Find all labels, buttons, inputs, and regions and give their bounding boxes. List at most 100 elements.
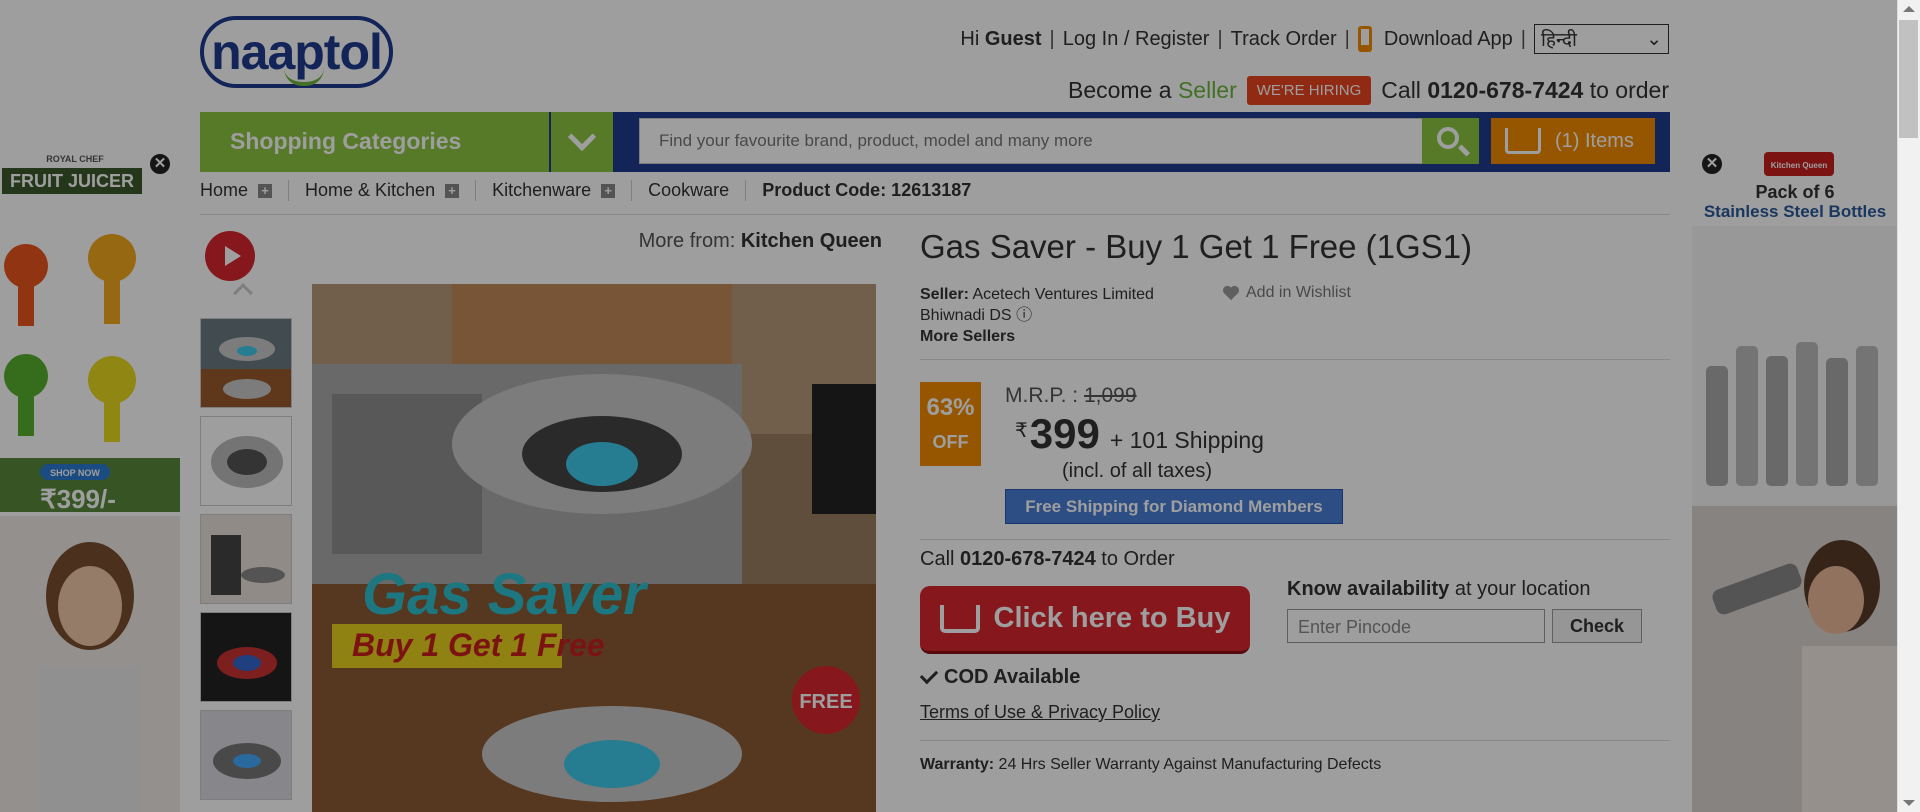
breadcrumb-item: Home + bbox=[200, 180, 290, 201]
bottles-ad-image: Kitchen Queen Pack of 6 Stainless Steel … bbox=[1692, 146, 1897, 812]
main-product-image[interactable]: Gas Saver Buy 1 Get 1 Free FREE bbox=[312, 284, 876, 812]
call-number: 0120-678-7424 bbox=[1427, 77, 1584, 103]
chevron-down-icon bbox=[567, 122, 597, 152]
product-title: Gas Saver - Buy 1 Get 1 Free (1GS1) bbox=[920, 228, 1473, 265]
plus-icon[interactable]: + bbox=[445, 183, 460, 198]
breadcrumb-link[interactable]: Cookware bbox=[648, 180, 729, 201]
download-app-link[interactable]: Download App bbox=[1384, 28, 1513, 51]
mobile-phone-icon bbox=[1357, 26, 1372, 52]
scroll-down-arrow-icon[interactable] bbox=[1903, 800, 1915, 806]
thumbnail-3[interactable] bbox=[200, 514, 292, 604]
language-select[interactable]: हिन्दी ⌄ bbox=[1534, 24, 1669, 54]
shopping-categories-button[interactable]: Shopping Categories bbox=[200, 112, 549, 172]
ad-brand: Kitchen Queen bbox=[1771, 161, 1828, 170]
breadcrumb-link[interactable]: Home & Kitchen bbox=[305, 180, 435, 201]
top-links: Hi Guest | Log In / Register | Track Ord… bbox=[960, 24, 1669, 54]
right-advertisement[interactable]: Kitchen Queen Pack of 6 Stainless Steel … bbox=[1692, 146, 1897, 812]
become-seller-link[interactable]: Become a Seller bbox=[1068, 77, 1237, 104]
hiring-badge[interactable]: WE'RE HIRING bbox=[1246, 76, 1372, 105]
warranty-label: Warranty: bbox=[920, 756, 995, 773]
call-suffix: to order bbox=[1589, 77, 1669, 103]
seller-hiring-line: Become a Seller WE'RE HIRING Call 0120-6… bbox=[1068, 76, 1669, 105]
search-button[interactable] bbox=[1422, 118, 1479, 164]
search-input[interactable]: Find your favourite brand, product, mode… bbox=[639, 118, 1423, 164]
play-video-button[interactable] bbox=[205, 231, 255, 281]
cart-button[interactable]: (1) Items bbox=[1491, 118, 1655, 164]
separator: | bbox=[1520, 27, 1526, 50]
plus-icon[interactable]: + bbox=[258, 183, 273, 198]
cart-icon bbox=[939, 604, 980, 633]
info-icon[interactable]: ⓘ bbox=[1016, 307, 1032, 324]
divider bbox=[920, 740, 1670, 741]
login-register-link[interactable]: Log In / Register bbox=[1063, 28, 1210, 51]
divider bbox=[920, 539, 1670, 540]
thumbnail-4[interactable] bbox=[200, 612, 292, 702]
thumbnail-image bbox=[201, 613, 291, 701]
thumbnail-5[interactable] bbox=[200, 710, 292, 800]
brand-link[interactable]: Kitchen Queen bbox=[741, 230, 882, 252]
seller-name[interactable]: Acetech Ventures Limited bbox=[972, 286, 1153, 303]
become-prefix: Become a bbox=[1068, 77, 1172, 103]
seller-label: Seller bbox=[1177, 77, 1237, 103]
logo-text: naaptol bbox=[211, 24, 383, 80]
thumbnail-1[interactable] bbox=[200, 318, 292, 408]
search-icon bbox=[1436, 127, 1459, 149]
free-shipping-badge[interactable]: Free Shipping for Diamond Members bbox=[1005, 489, 1343, 524]
chevron-up-icon[interactable] bbox=[233, 283, 253, 303]
ad-title: FRUIT JUICER bbox=[10, 171, 134, 191]
cod-available: COD Available bbox=[919, 665, 1081, 689]
plus-icon[interactable]: + bbox=[601, 183, 616, 198]
heart-icon bbox=[1223, 285, 1239, 301]
product-code: Product Code: 12613187 bbox=[762, 180, 972, 200]
ad-title-line1: Pack of 6 bbox=[1755, 182, 1834, 202]
discount-percent: 63% bbox=[926, 394, 975, 421]
tax-note: (incl. of all taxes) bbox=[1062, 460, 1213, 482]
divider bbox=[200, 214, 1670, 215]
categories-dropdown-button[interactable] bbox=[551, 112, 613, 172]
pincode-input[interactable]: Enter Pincode bbox=[1287, 609, 1545, 643]
close-ad-button[interactable]: ✕ bbox=[1700, 152, 1724, 176]
rupee-icon: ₹ bbox=[1015, 420, 1028, 442]
close-icon: ✕ bbox=[153, 155, 167, 172]
chevron-down-icon: ⌄ bbox=[1646, 28, 1662, 50]
breadcrumb-link[interactable]: Home bbox=[200, 180, 248, 201]
add-to-wishlist[interactable]: Add in Wishlist bbox=[1222, 284, 1351, 302]
know-availability: Know availability bbox=[1287, 578, 1450, 600]
thumbnail-2[interactable] bbox=[200, 416, 292, 506]
thumbnail-image bbox=[201, 711, 291, 799]
seller-location: Bhiwnadi DS bbox=[920, 307, 1012, 324]
greeting-prefix: Hi bbox=[960, 27, 980, 50]
close-ad-button[interactable]: ✕ bbox=[148, 152, 172, 176]
breadcrumb-item: Home & Kitchen + bbox=[305, 180, 477, 201]
naaptol-logo[interactable]: naaptol bbox=[200, 16, 393, 88]
terms-link[interactable]: Terms of Use & Privacy Policy bbox=[920, 702, 1160, 723]
track-order-link[interactable]: Track Order bbox=[1231, 28, 1337, 51]
left-advertisement[interactable]: ROYAL CHEF FRUIT JUICER SHOP NOW ₹399/- bbox=[0, 146, 180, 812]
mrp: M.R.P. : 1,099 bbox=[1005, 384, 1137, 408]
close-icon: ✕ bbox=[1705, 155, 1719, 172]
separator: | bbox=[1049, 27, 1055, 50]
thumbnail-image bbox=[201, 319, 291, 407]
cart-label: (1) Items bbox=[1555, 129, 1634, 152]
product-photo: Gas Saver Buy 1 Get 1 Free FREE bbox=[312, 284, 876, 812]
discount-off-label: OFF bbox=[932, 432, 969, 452]
play-icon bbox=[224, 246, 241, 266]
scroll-up-arrow-icon[interactable] bbox=[1903, 6, 1915, 12]
image-caption-title: Gas Saver bbox=[362, 562, 649, 627]
buy-label: Click here to Buy bbox=[993, 602, 1231, 634]
mrp-label: M.R.P. : bbox=[1005, 384, 1079, 407]
scrollbar-thumb[interactable] bbox=[1899, 20, 1918, 138]
ad-brand: ROYAL CHEF bbox=[46, 154, 104, 164]
check-button[interactable]: Check bbox=[1552, 609, 1642, 643]
cod-label: COD Available bbox=[944, 666, 1081, 688]
ad-price: ₹399/- bbox=[40, 484, 116, 514]
click-to-buy-button[interactable]: Click here to Buy bbox=[920, 586, 1250, 654]
ad-cta: SHOP NOW bbox=[50, 468, 100, 478]
warranty-text: 24 Hrs Seller Warranty Against Manufactu… bbox=[998, 756, 1382, 773]
wishlist-label: Add in Wishlist bbox=[1246, 284, 1351, 301]
seller-info: Seller: Acetech Ventures Limited Bhiwnad… bbox=[920, 284, 1154, 347]
shipping-charge: + 101 Shipping bbox=[1109, 427, 1264, 453]
more-sellers-link[interactable]: More Sellers bbox=[920, 328, 1015, 345]
breadcrumb-link[interactable]: Kitchenware bbox=[492, 180, 591, 201]
navigation-bar: Shopping Categories Find your favourite … bbox=[200, 112, 1670, 172]
